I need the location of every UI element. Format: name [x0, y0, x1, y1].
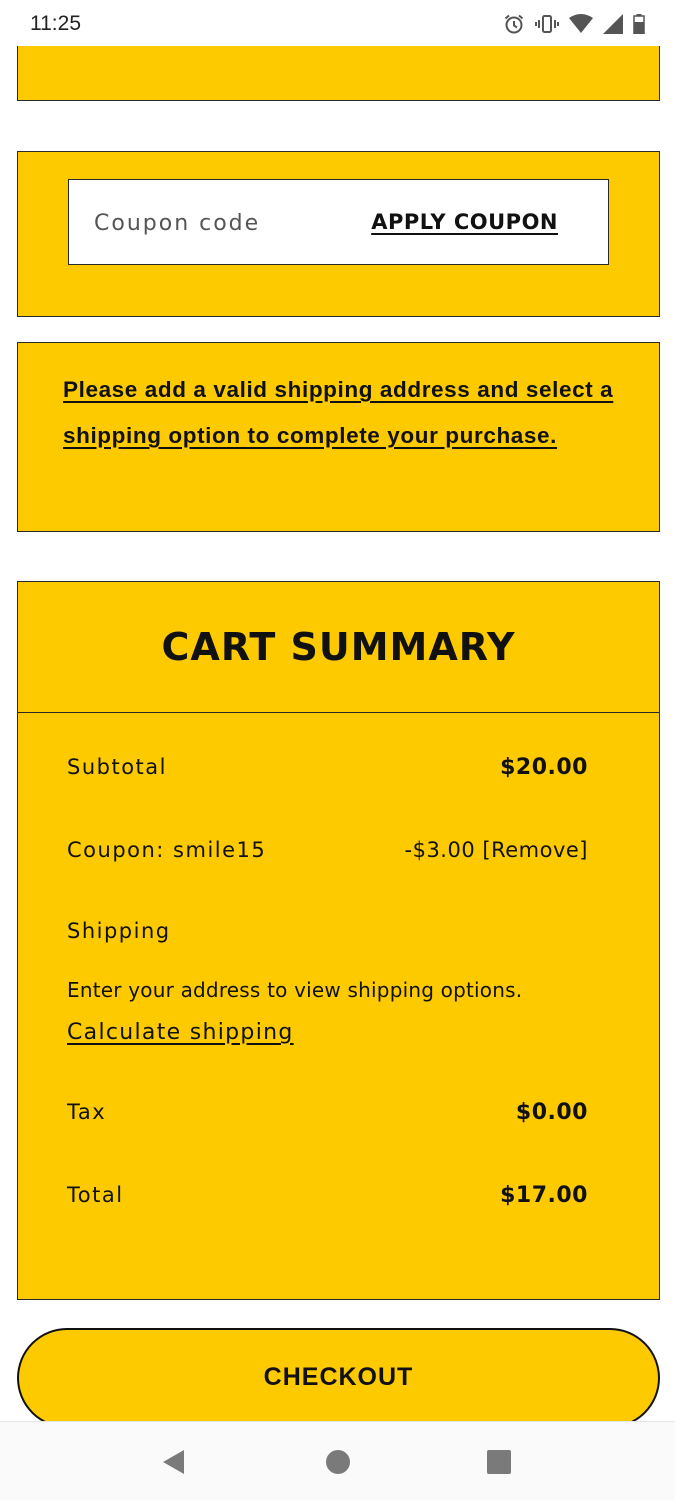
tax-value: $0.00 — [515, 1100, 588, 1125]
vibrate-icon — [535, 13, 559, 35]
shipping-description: Enter your address to view shipping opti… — [67, 978, 523, 1002]
status-time: 11:25 — [30, 12, 81, 35]
status-icons — [503, 12, 645, 36]
recents-icon[interactable] — [486, 1448, 512, 1480]
wifi-icon — [569, 14, 593, 34]
coupon-field: APPLY COUPON — [68, 179, 609, 265]
shipping-notice-panel: Please add a valid shipping address and … — [17, 342, 660, 532]
tax-label: Tax — [67, 1100, 107, 1124]
checkout-button[interactable]: CHECKOUT — [17, 1328, 660, 1428]
battery-icon — [633, 14, 645, 34]
total-value: $17.00 — [500, 1183, 588, 1208]
cart-summary-header: CART SUMMARY — [18, 582, 659, 713]
coupon-panel: APPLY COUPON — [17, 151, 660, 317]
coupon-code-input[interactable] — [94, 206, 334, 240]
apply-coupon-button[interactable]: APPLY COUPON — [371, 210, 558, 234]
checkout-label: CHECKOUT — [263, 1362, 414, 1391]
coupon-line-label: Coupon: smile15 — [67, 838, 267, 862]
shipping-notice-link[interactable]: Please add a valid shipping address and … — [63, 367, 623, 459]
back-icon[interactable] — [160, 1448, 186, 1480]
alarm-icon — [503, 13, 525, 35]
total-label: Total — [67, 1183, 124, 1207]
coupon-discount-amount: -$3.00 — [404, 838, 476, 862]
status-bar: 11:25 — [0, 0, 675, 48]
navigation-bar — [0, 1421, 675, 1500]
cart-summary-panel: CART SUMMARY Subtotal $20.00 Coupon: smi… — [17, 581, 660, 1300]
shipping-label: Shipping — [67, 919, 171, 943]
coupon-line-value: -$3.00 [Remove] — [405, 838, 589, 862]
previous-panel — [17, 46, 660, 101]
cart-summary-title: CART SUMMARY — [161, 625, 516, 669]
signal-icon — [603, 14, 623, 34]
subtotal-value: $20.00 — [500, 755, 588, 780]
calculate-shipping-link[interactable]: Calculate shipping — [67, 1020, 294, 1045]
remove-coupon-link[interactable]: [Remove] — [482, 838, 588, 862]
home-icon[interactable] — [325, 1448, 351, 1480]
subtotal-label: Subtotal — [67, 755, 167, 779]
